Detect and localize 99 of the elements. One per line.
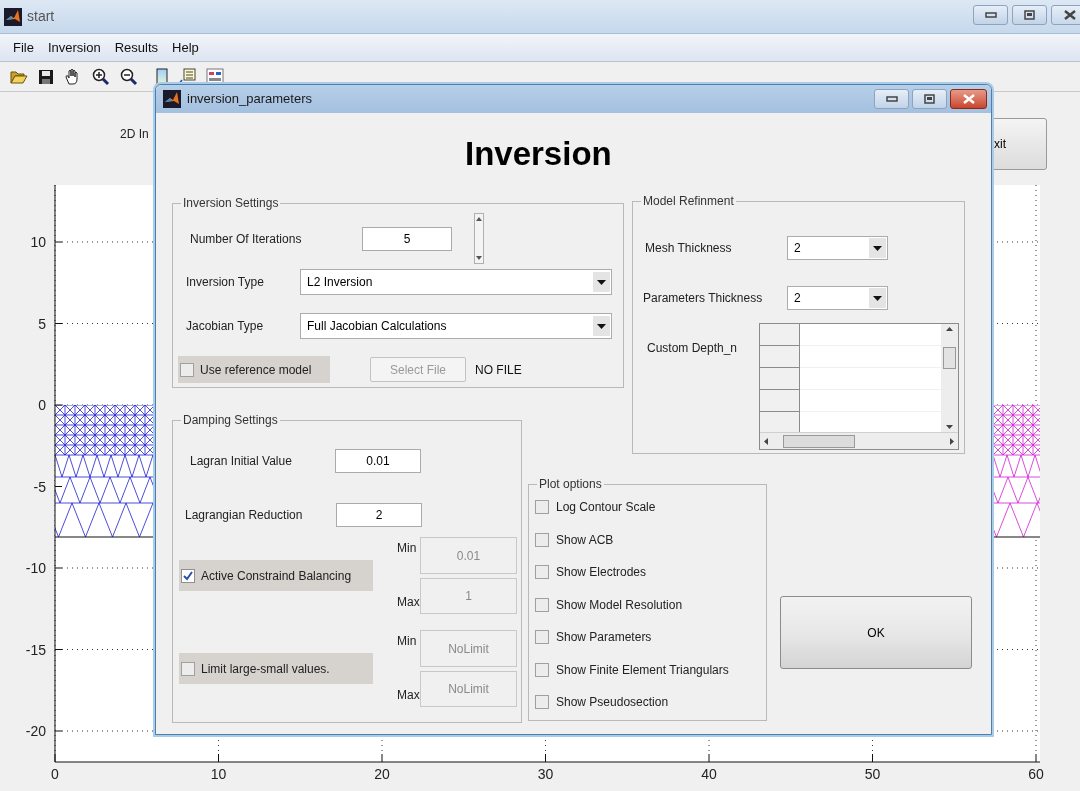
ok-button[interactable]: OK [780, 596, 972, 669]
dialog-heading: Inversion [465, 133, 612, 174]
minimize-icon [984, 12, 997, 18]
horizontal-scrollbar[interactable] [760, 432, 958, 449]
field-label: Custom Depth_n [647, 340, 739, 357]
menu-item[interactable]: Inversion [40, 37, 108, 58]
checkbox-label[interactable]: Show Electrodes [556, 563, 647, 582]
field-label: Min [397, 633, 418, 650]
field-label: Lagran Initial Value [190, 453, 293, 470]
scroll-right-icon [950, 437, 954, 445]
zoom-in-icon[interactable] [92, 67, 110, 86]
checkbox-label[interactable]: Show Finite Element Triangulars [556, 660, 729, 679]
scroll-up-icon [946, 327, 953, 331]
check-icon [183, 570, 193, 581]
zoom-out-icon[interactable] [120, 67, 138, 86]
panel-title: Damping Settings [182, 413, 279, 427]
checkbox-label[interactable]: Show Model Resolution [556, 595, 683, 614]
axis-tick-label: 40 [701, 766, 717, 782]
scrollbar-thumb[interactable] [783, 434, 855, 448]
menu-item[interactable]: Help [165, 37, 206, 58]
field-label: Inversion Type [186, 274, 265, 291]
open-folder-icon[interactable] [10, 68, 28, 85]
file-status: NO FILE [475, 361, 522, 379]
checkbox-label[interactable]: Show Parameters [556, 628, 652, 647]
checkbox-label[interactable]: Active Constraind Balancing [201, 566, 352, 585]
axis-tick-label: 10 [30, 234, 46, 250]
spin-button[interactable] [474, 213, 484, 264]
vertical-scrollbar[interactable] [941, 324, 958, 432]
axis-tick-label: 60 [1028, 766, 1044, 782]
dropdown[interactable]: Full Jacobian Calculations [300, 313, 612, 339]
axis-tick-label: -5 [33, 478, 46, 495]
checkbox[interactable] [535, 630, 549, 645]
close-button[interactable] [950, 89, 987, 109]
app-icon [4, 7, 22, 26]
close-icon [1063, 10, 1076, 20]
scroll-down-icon [946, 425, 953, 429]
checkbox[interactable] [535, 565, 549, 580]
minimize-button[interactable] [973, 5, 1008, 25]
header-text: 2D In [120, 126, 149, 143]
minimize-icon [885, 96, 898, 102]
app-icon [163, 90, 181, 108]
field-label: Min [397, 540, 418, 557]
up-arrow-icon [476, 217, 482, 221]
maximize-icon [924, 94, 935, 104]
checkbox[interactable] [535, 532, 549, 547]
scrollbar-thumb[interactable] [943, 347, 956, 369]
field-label: Max [397, 594, 420, 611]
checkbox-label[interactable]: Limit large-small values. [201, 659, 330, 678]
input-field[interactable]: 2 [336, 503, 422, 527]
axis-tick-label: 30 [537, 766, 554, 782]
checkbox[interactable] [535, 597, 549, 612]
maximize-button[interactable] [912, 89, 947, 109]
checkbox[interactable] [180, 362, 194, 377]
minimize-button[interactable] [874, 89, 909, 109]
field-label: Lagrangian Reduction [185, 507, 304, 524]
panel-title: Plot options [538, 477, 603, 491]
checkbox[interactable] [181, 661, 195, 676]
checkbox-label[interactable]: Log Contour Scale [556, 498, 656, 517]
close-icon [962, 94, 975, 104]
menu-item[interactable]: File [6, 37, 41, 58]
checkbox-label[interactable]: Use reference model [200, 360, 312, 379]
field-label: Mesh Thickness [645, 240, 733, 257]
scroll-left-icon [764, 437, 768, 445]
checkbox-label[interactable]: Show ACB [556, 530, 614, 549]
input-field[interactable]: 0.01 [335, 449, 421, 473]
axis-tick-label: 0 [38, 397, 46, 413]
axis-tick-label: 10 [210, 766, 227, 782]
input-field[interactable]: 5 [362, 226, 452, 251]
axis-tick-label: 0 [51, 766, 59, 782]
axis-tick-label: -20 [25, 723, 46, 739]
save-icon[interactable] [38, 68, 54, 85]
checkbox[interactable] [181, 568, 195, 583]
axis-tick-label: 50 [864, 766, 881, 782]
checkbox-label[interactable]: Show Pseudosection [556, 693, 669, 712]
field-label: Parameters Thickness [643, 290, 764, 307]
axis-tick-label: 5 [38, 315, 46, 332]
axis-tick-label: -15 [25, 641, 46, 658]
down-arrow-icon [476, 256, 482, 260]
dropdown[interactable]: 2 [787, 236, 888, 260]
dropdown[interactable]: L2 Inversion [300, 269, 612, 295]
panel-title: Model Refinment [642, 194, 735, 208]
field-label: Jacobian Type [186, 318, 265, 335]
close-button[interactable] [1051, 5, 1080, 25]
field-label: Max [397, 687, 420, 704]
checkbox[interactable] [535, 662, 549, 677]
axis-tick-label: 20 [374, 766, 390, 782]
menu-item[interactable]: Results [107, 37, 166, 58]
checkbox[interactable] [535, 695, 549, 710]
window-title: inversion_parameters [187, 90, 312, 109]
field-label: Number Of Iterations [190, 230, 303, 248]
data-table[interactable] [759, 323, 959, 450]
dropdown[interactable]: 2 [787, 286, 888, 310]
maximize-button[interactable] [1012, 5, 1047, 25]
panel-title: Inversion Settings [182, 196, 280, 210]
axis-tick-label: -10 [25, 560, 46, 576]
colorbar-icon[interactable] [156, 67, 168, 86]
checkbox[interactable] [535, 500, 549, 515]
window-title: start [27, 7, 55, 26]
maximize-icon [1024, 10, 1035, 20]
